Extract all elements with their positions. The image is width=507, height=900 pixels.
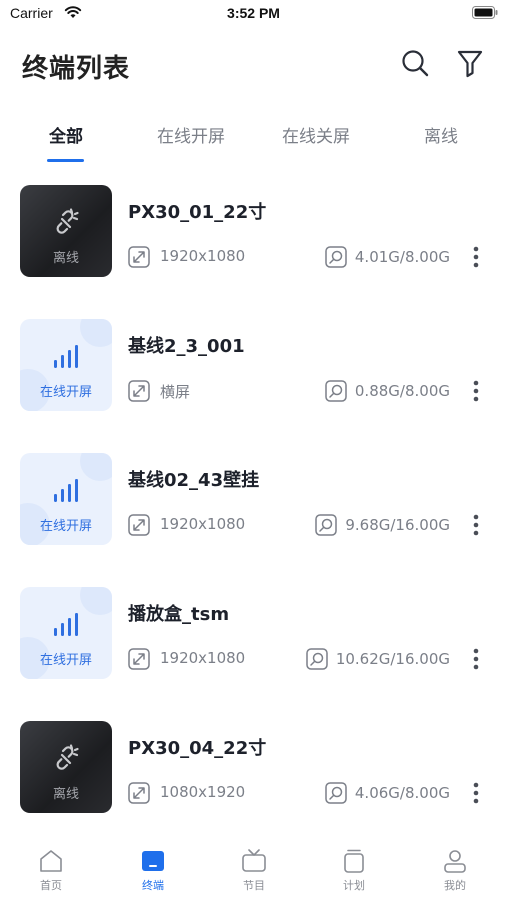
device-name: 播放盒_tsm — [128, 604, 230, 625]
resolution-icon — [128, 514, 150, 536]
tab-offline[interactable]: 离线 — [424, 122, 458, 147]
battery-icon — [472, 6, 498, 19]
more-vertical-icon — [473, 514, 479, 536]
device-thumbnail: 在线开屏 — [20, 587, 112, 679]
storage-info: 9.68G/16.00G — [315, 514, 450, 536]
nav-label: 终端 — [142, 879, 164, 892]
nav-item-plan[interactable]: 计划 — [324, 848, 384, 893]
clock: 3:52 PM — [227, 5, 280, 21]
device-name: PX30_01_22寸 — [128, 202, 267, 223]
device-status-label: 在线开屏 — [39, 519, 92, 534]
filter-icon — [457, 50, 483, 78]
status-tabs: 全部 在线开屏 在线关屏 离线 — [0, 112, 507, 164]
device-orientation: 横屏 — [160, 383, 191, 401]
search-icon — [402, 50, 429, 77]
tab-all[interactable]: 全部 — [49, 122, 83, 147]
device-name: 基线02_43壁挂 — [128, 470, 260, 491]
disconnected-link-icon — [56, 744, 79, 770]
filter-button[interactable] — [453, 46, 487, 80]
device-resolution: 1920x1080 — [160, 649, 246, 667]
orientation-icon — [128, 380, 150, 402]
storage-icon — [315, 514, 338, 536]
nav-item-profile[interactable]: 我的 — [425, 848, 485, 893]
device-thumbnail: 在线开屏 — [20, 319, 112, 411]
nav-item-terminal[interactable]: 终端 — [123, 848, 183, 893]
more-options-button[interactable] — [466, 378, 486, 404]
device-name: 基线2_3_001 — [128, 336, 245, 357]
device-row[interactable]: 在线开屏 基线2_3_001 横屏 0.88G/8.00G — [0, 304, 507, 414]
device-resolution: 1080x1920 — [160, 783, 246, 801]
nav-label: 首页 — [40, 879, 62, 892]
tab-online-screen-on[interactable]: 在线开屏 — [157, 122, 225, 147]
device-thumbnail: 离线 — [20, 185, 112, 277]
device-resolution: 1920x1080 — [160, 515, 246, 533]
profile-icon — [444, 850, 466, 873]
resolution-icon — [128, 648, 150, 670]
home-icon — [40, 850, 62, 872]
more-options-button[interactable] — [466, 244, 486, 270]
tv-icon — [242, 849, 266, 872]
storage-info: 0.88G/8.00G — [325, 380, 450, 402]
device-status-label: 离线 — [52, 251, 79, 266]
storage-info: 4.01G/8.00G — [325, 246, 450, 268]
more-vertical-icon — [473, 648, 479, 670]
nav-item-home[interactable]: 首页 — [21, 848, 81, 893]
storage-usage: 10.62G/16.00G — [335, 650, 450, 668]
storage-icon — [306, 648, 328, 670]
resolution-icon — [128, 246, 150, 268]
signal-bars-icon — [54, 345, 78, 368]
signal-bars-icon — [54, 479, 78, 502]
status-bar: Carrier 3:52 PM — [0, 0, 507, 30]
device-status-label: 在线开屏 — [39, 653, 92, 668]
device-row[interactable]: 离线 PX30_01_22寸 1920x1080 4.01G/8.00G — [0, 170, 507, 280]
bottom-navigation: 首页 终端 节目 计划 我的 — [0, 836, 507, 900]
storage-info: 10.62G/16.00G — [306, 648, 450, 670]
device-resolution: 1920x1080 — [160, 247, 246, 265]
storage-usage: 4.01G/8.00G — [354, 248, 450, 266]
more-options-button[interactable] — [466, 780, 486, 806]
more-options-button[interactable] — [466, 646, 486, 672]
resolution-icon — [128, 782, 150, 804]
page-title: 终端列表 — [22, 54, 131, 84]
device-row[interactable]: 在线开屏 播放盒_tsm 1920x1080 10.62G/16.00G — [0, 572, 507, 682]
storage-usage: 4.06G/8.00G — [354, 784, 450, 802]
tab-online-screen-off[interactable]: 在线关屏 — [282, 122, 350, 147]
storage-info: 4.06G/8.00G — [325, 782, 450, 804]
signal-bars-icon — [54, 613, 78, 636]
storage-icon — [325, 246, 347, 268]
nav-label: 我的 — [444, 879, 466, 892]
device-status-label: 在线开屏 — [39, 385, 92, 400]
disconnected-link-icon — [56, 208, 79, 234]
nav-label: 计划 — [343, 879, 365, 892]
storage-icon — [325, 782, 347, 804]
more-vertical-icon — [473, 782, 479, 804]
plan-icon — [344, 849, 364, 873]
nav-label: 节目 — [243, 879, 265, 892]
device-status-label: 离线 — [52, 787, 79, 802]
device-row[interactable]: 在线开屏 基线02_43壁挂 1920x1080 9.68G/16.00G — [0, 438, 507, 548]
device-row[interactable]: 离线 PX30_04_22寸 1080x1920 4.06G/8.00G — [0, 706, 507, 816]
storage-usage: 0.88G/8.00G — [354, 382, 450, 400]
active-tab-indicator — [47, 159, 84, 162]
storage-usage: 9.68G/16.00G — [345, 516, 450, 534]
search-button[interactable] — [398, 46, 432, 80]
device-thumbnail: 离线 — [20, 721, 112, 813]
more-options-button[interactable] — [466, 512, 486, 538]
nav-item-programs[interactable]: 节目 — [224, 848, 284, 893]
more-vertical-icon — [473, 380, 479, 402]
device-thumbnail: 在线开屏 — [20, 453, 112, 545]
storage-icon — [325, 380, 347, 402]
device-name: PX30_04_22寸 — [128, 738, 267, 759]
more-vertical-icon — [473, 246, 479, 268]
terminal-icon — [142, 851, 164, 871]
